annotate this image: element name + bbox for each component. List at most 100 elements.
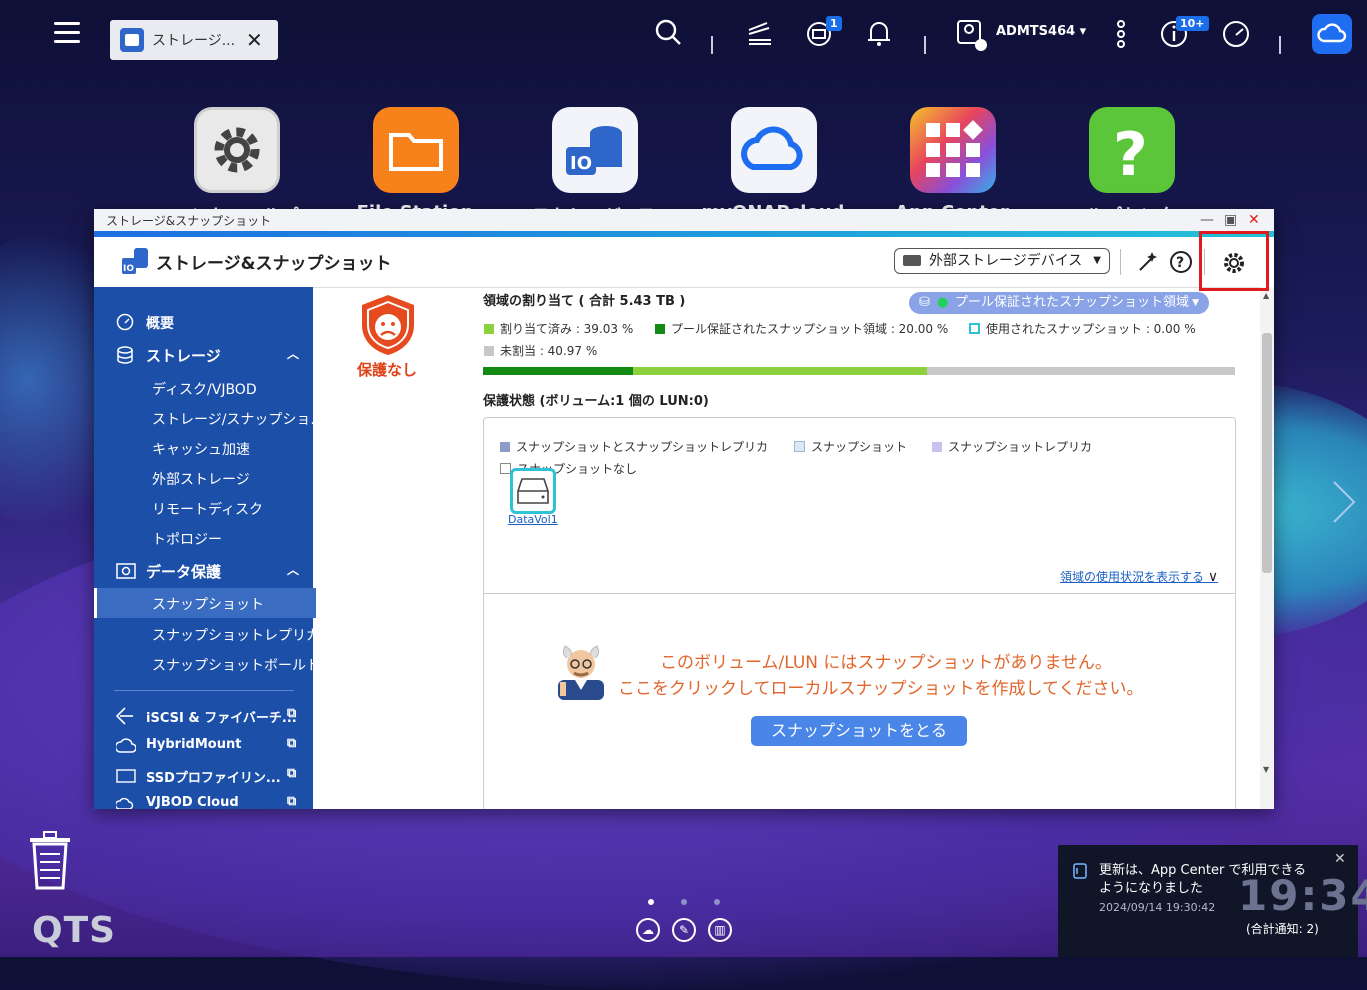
scroll-down-icon[interactable]: ▼	[1263, 765, 1269, 774]
minimize-icon[interactable]: —	[1200, 212, 1214, 228]
protection-panel: スナップショットとスナップショットレプリカ スナップショット スナップショットレ…	[483, 417, 1236, 809]
divider	[114, 690, 294, 691]
username-menu[interactable]: ADMTS464 ▾	[996, 24, 1086, 39]
close-icon[interactable]: ✕	[1334, 851, 1346, 867]
maximize-icon[interactable]: ▣	[1224, 212, 1237, 228]
allocation-title: 領域の割り当て ( 合計 5.43 TB )	[483, 294, 686, 309]
cloud-dock-icon[interactable]: ☁	[636, 918, 660, 942]
volume-link[interactable]: DataVol1	[508, 513, 558, 526]
status-dot-icon: ●	[937, 295, 949, 310]
sidebar-item-overview[interactable]: 概要	[94, 311, 313, 333]
help-icon[interactable]: ?	[1169, 250, 1193, 274]
empty-message-2[interactable]: ここをクリックしてローカルスナップショットを作成してください。	[618, 674, 1143, 699]
sidebar-item-label: ストレージ/スナップショ...	[152, 412, 313, 428]
ssd-icon	[903, 255, 921, 266]
sidebar-item-iscsi[interactable]: iSCSI & ファイバーチ... ⧉	[94, 705, 313, 727]
myqnapcloud-button[interactable]	[1312, 14, 1352, 54]
qts-logo: QTS	[32, 910, 117, 951]
top-bar: ストレージ... ✕ 1 ADMTS464 ▾ 10+	[0, 0, 1367, 80]
scrollbar[interactable]: ▲ ▼	[1260, 287, 1274, 809]
svg-text:?: ?	[1176, 255, 1184, 271]
sidebar-item-external-storage[interactable]: 外部ストレージ	[94, 469, 313, 489]
page-dot-2[interactable]	[681, 899, 687, 905]
search-icon[interactable]	[652, 18, 684, 50]
main-menu-icon[interactable]	[54, 22, 80, 48]
close-icon[interactable]: ✕	[1248, 212, 1260, 228]
scroll-up-icon[interactable]: ▲	[1263, 291, 1269, 300]
sidebar-item-storage-snapshot[interactable]: ストレージ/スナップショ...	[94, 409, 313, 429]
tools-dock-icon[interactable]: ✎	[672, 918, 696, 942]
external-storage-dropdown[interactable]: 外部ストレージデバイス ▼	[894, 248, 1110, 274]
sidebar-item-label: HybridMount	[146, 737, 242, 752]
sidebar-item-label: ストレージ	[146, 347, 221, 365]
notification-total[interactable]: (合計通知: 2)	[1246, 920, 1319, 937]
dashboard-icon[interactable]	[1220, 18, 1252, 50]
highlight-box	[1199, 231, 1269, 291]
database-icon	[117, 346, 133, 364]
bar-pool	[633, 367, 927, 375]
page-dot-3[interactable]	[714, 899, 720, 905]
sidebar-item-label: スナップショットレプリカ	[152, 628, 313, 644]
sidebar-item-snapshot[interactable]: スナップショット	[94, 588, 316, 618]
page-dot-1[interactable]	[648, 899, 654, 905]
sidebar-item-storage[interactable]: ストレージ ︿	[94, 343, 313, 367]
legend-used: 使用されたスナップショット : 0.00 %	[969, 320, 1196, 337]
sidebar-item-hybridmount[interactable]: HybridMount ⧉	[94, 735, 313, 757]
sidebar-item-data-protection[interactable]: データ保護 ︿	[94, 559, 313, 583]
sidebar-item-vjbod-cloud[interactable]: VJBOD Cloud ⧉	[94, 794, 313, 809]
notification-panel[interactable]: 19:34 ✕ 更新は、App Center で利用できるようになりました 20…	[1058, 845, 1367, 957]
trash-icon[interactable]	[26, 830, 78, 892]
folder-icon	[373, 107, 459, 193]
username-label: ADMTS464	[996, 24, 1076, 39]
chevron-up-icon[interactable]: ︿	[287, 345, 299, 362]
iscsi-icon	[116, 707, 133, 725]
sidebar-item-cache[interactable]: キャッシュ加速	[94, 439, 313, 459]
book-dock-icon[interactable]: ▥	[708, 918, 732, 942]
drive-icon	[517, 478, 549, 504]
divider	[711, 36, 713, 54]
question-icon: ?	[1089, 107, 1175, 193]
take-snapshot-button[interactable]: スナップショットをとる	[751, 716, 967, 746]
volume-item[interactable]	[510, 468, 556, 514]
sidebar-item-remote-disk[interactable]: リモートディスク	[94, 499, 313, 519]
sidebar-item-label: ディスク/VJBOD	[152, 382, 257, 398]
divider	[484, 593, 1235, 594]
protection-status-label: 保護なし	[357, 361, 418, 379]
chevron-right-icon[interactable]	[1328, 478, 1360, 526]
sidebar-item-label: iSCSI & ファイバーチ...	[146, 711, 297, 726]
show-usage-label: 領域の使用状況を表示する	[1060, 570, 1205, 584]
sidebar-item-label: スナップショット	[152, 597, 264, 613]
sidebar-item-ssd-profiling[interactable]: SSDプロファイリン... ⧉	[94, 765, 313, 787]
svg-text:IO: IO	[570, 153, 592, 174]
chevron-up-icon[interactable]: ︿	[287, 561, 299, 578]
user-icon[interactable]	[955, 18, 987, 51]
show-usage-link[interactable]: 領域の使用状況を表示する ∨	[1060, 568, 1218, 585]
storage-icon: IO	[122, 248, 148, 274]
dropdown-label: 外部ストレージデバイス	[929, 253, 1083, 269]
background-tasks-icon[interactable]	[744, 18, 776, 50]
gear-icon	[194, 107, 280, 193]
sidebar-item-snapshot-replica[interactable]: スナップショットレプリカ	[94, 625, 313, 645]
sidebar-item-disk[interactable]: ディスク/VJBOD	[94, 379, 313, 399]
sidebar-item-label: キャッシュ加速	[152, 442, 250, 458]
more-options-icon[interactable]	[1105, 18, 1137, 50]
chevron-down-icon: ∨	[1207, 569, 1219, 585]
camera-icon	[116, 563, 136, 579]
sidebar-item-label: スナップショットボールト	[152, 658, 313, 674]
close-icon[interactable]: ✕	[246, 28, 263, 52]
scrollbar-thumb[interactable]	[1262, 333, 1272, 573]
storage-icon: IO	[552, 107, 638, 193]
window-titlebar[interactable]: ストレージ&スナップショット — ▣ ✕	[94, 209, 1274, 231]
sidebar-item-snapshot-vault[interactable]: スナップショットボールト	[94, 655, 313, 675]
sidebar-item-topology[interactable]: トポロジー	[94, 529, 313, 549]
pool-snapshot-button[interactable]: ⛁ ● プール保証されたスナップショット領域 ▼	[909, 292, 1209, 314]
bell-icon[interactable]	[863, 18, 895, 50]
wand-icon[interactable]	[1136, 250, 1160, 274]
notification-time: 2024/09/14 19:30:42	[1099, 901, 1216, 914]
window-title: ストレージ&スナップショット	[106, 214, 272, 228]
legend-pool: プール保証されたスナップショット領域 : 20.00 %	[655, 320, 948, 337]
taskbar-tab-storage[interactable]: ストレージ... ✕	[110, 20, 278, 60]
grid-icon	[910, 107, 996, 193]
divider	[1120, 249, 1121, 275]
sidebar-item-label: データ保護	[146, 563, 222, 581]
